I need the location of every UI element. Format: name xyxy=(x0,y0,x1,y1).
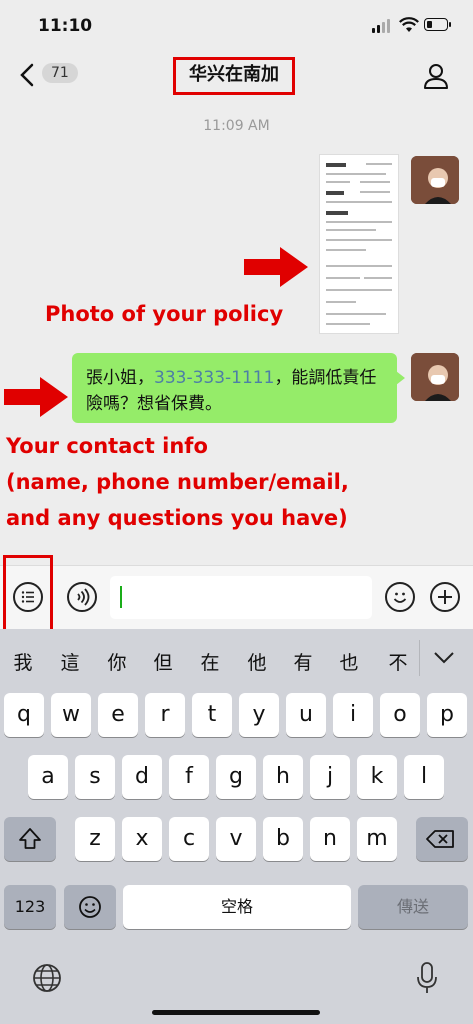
text-message-bubble[interactable]: 張小姐，333-333-1111，能調低責任險嗎？想省保費。 xyxy=(72,353,405,423)
key-d[interactable]: d xyxy=(122,755,162,799)
key-u[interactable]: u xyxy=(286,693,326,737)
chevron-down-icon[interactable] xyxy=(431,646,457,668)
candidate-word[interactable]: 也 xyxy=(334,648,364,675)
policy-photo-message[interactable] xyxy=(320,155,398,333)
send-key[interactable]: 傳送 xyxy=(358,885,468,929)
candidate-word[interactable]: 你 xyxy=(102,648,132,675)
key-f[interactable]: f xyxy=(169,755,209,799)
user-avatar[interactable] xyxy=(411,156,459,204)
key-b[interactable]: b xyxy=(263,817,303,861)
key-a[interactable]: a xyxy=(28,755,68,799)
shift-arrow-icon xyxy=(19,828,41,849)
key-j[interactable]: j xyxy=(310,755,350,799)
message-text: 張小姐， xyxy=(86,368,154,388)
key-t[interactable]: t xyxy=(192,693,232,737)
user-avatar[interactable] xyxy=(411,353,459,401)
battery-icon xyxy=(424,18,451,31)
key-i[interactable]: i xyxy=(333,693,373,737)
key-k[interactable]: k xyxy=(357,755,397,799)
delete-key[interactable] xyxy=(416,817,468,861)
candidate-word[interactable]: 這 xyxy=(55,648,85,675)
contact-caption: Your contact info (name, phone number/em… xyxy=(6,428,349,536)
key-s[interactable]: s xyxy=(75,755,115,799)
candidate-word[interactable]: 他 xyxy=(242,648,272,675)
unread-count-badge[interactable]: 71 xyxy=(42,63,78,83)
key-x[interactable]: x xyxy=(122,817,162,861)
candidate-word[interactable]: 我 xyxy=(8,648,38,675)
microphone-icon[interactable] xyxy=(414,960,440,996)
photo-caption: Photo of your policy xyxy=(45,302,284,326)
numbers-key[interactable]: 123 xyxy=(4,885,56,929)
candidate-word[interactable]: 在 xyxy=(195,648,225,675)
key-w[interactable]: w xyxy=(51,693,91,737)
key-v[interactable]: v xyxy=(216,817,256,861)
candidate-divider xyxy=(419,640,420,676)
globe-icon[interactable] xyxy=(31,962,63,994)
emoji-icon[interactable] xyxy=(385,582,415,612)
contact-caption-line: Your contact info xyxy=(6,434,208,458)
key-n[interactable]: n xyxy=(310,817,350,861)
text-caret xyxy=(120,586,122,608)
voice-icon[interactable] xyxy=(67,582,97,612)
contact-caption-line: and any questions you have) xyxy=(6,506,348,530)
emoji-key-icon xyxy=(79,896,101,918)
key-m[interactable]: m xyxy=(357,817,397,861)
candidate-word[interactable]: 但 xyxy=(148,648,178,675)
key-e[interactable]: e xyxy=(98,693,138,737)
add-icon[interactable] xyxy=(430,582,460,612)
backspace-icon xyxy=(426,830,454,848)
candidate-word[interactable]: 不 xyxy=(383,648,413,675)
person-icon[interactable] xyxy=(422,62,450,90)
message-timestamp: 11:09 AM xyxy=(203,118,270,134)
key-c[interactable]: c xyxy=(169,817,209,861)
key-h[interactable]: h xyxy=(263,755,303,799)
message-input[interactable] xyxy=(110,576,372,619)
key-r[interactable]: r xyxy=(145,693,185,737)
key-z[interactable]: z xyxy=(75,817,115,861)
key-o[interactable]: o xyxy=(380,693,420,737)
phone-link[interactable]: 333-333-1111 xyxy=(154,368,274,388)
home-indicator xyxy=(152,1010,320,1015)
red-arrow-icon xyxy=(244,247,308,287)
shift-key[interactable] xyxy=(4,817,56,861)
contact-caption-line: (name, phone number/email, xyxy=(6,470,349,494)
status-time: 11:10 xyxy=(38,16,93,36)
signal-icon xyxy=(372,19,394,33)
menu-highlight-box xyxy=(3,555,53,632)
key-p[interactable]: p xyxy=(427,693,467,737)
red-arrow-icon xyxy=(4,377,68,417)
emoji-key[interactable] xyxy=(64,885,116,929)
key-q[interactable]: q xyxy=(4,693,44,737)
key-g[interactable]: g xyxy=(216,755,256,799)
key-l[interactable]: l xyxy=(404,755,444,799)
key-y[interactable]: y xyxy=(239,693,279,737)
title-highlight-box xyxy=(173,57,295,95)
wifi-icon xyxy=(399,17,419,32)
candidate-word[interactable]: 有 xyxy=(288,648,318,675)
space-key[interactable]: 空格 xyxy=(123,885,351,929)
